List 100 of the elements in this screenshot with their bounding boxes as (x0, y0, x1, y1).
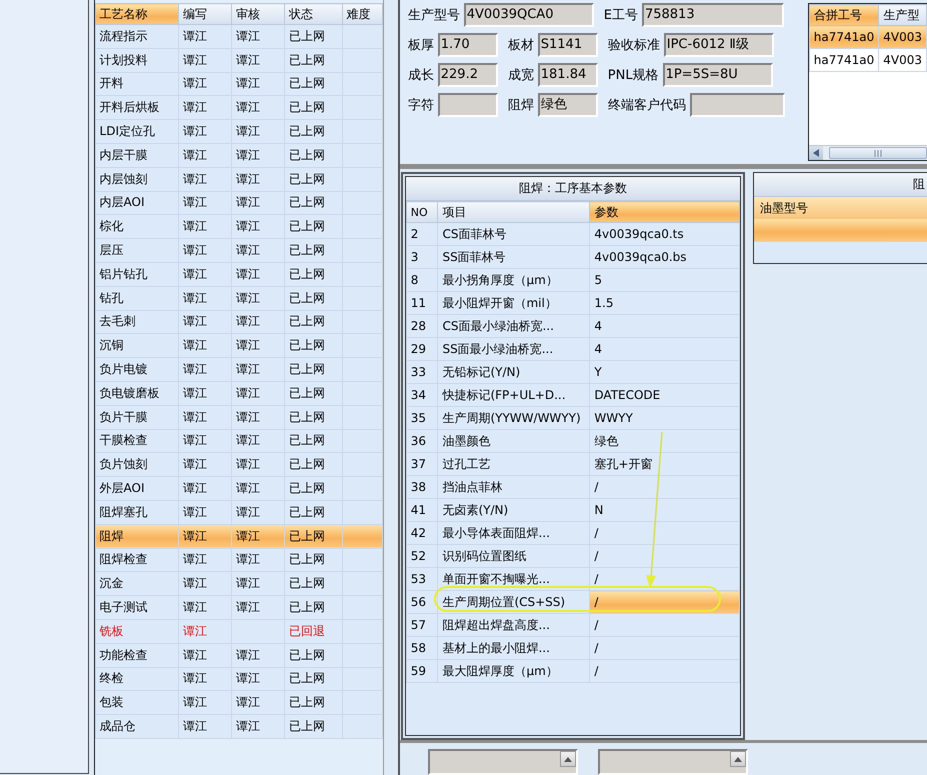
input-field[interactable]: IPC-6012 Ⅱ级 (664, 33, 774, 57)
process-name-cell[interactable]: 流程指示 (95, 24, 178, 48)
param-value-cell[interactable]: / (590, 636, 740, 660)
param-name-cell: CS面最小绿油桥宽... (438, 314, 590, 338)
horizontal-scrollbar[interactable] (808, 145, 927, 160)
process-name-cell[interactable]: 开料后烘板 (95, 96, 178, 120)
process-name-cell[interactable]: 沉铜 (95, 334, 178, 358)
param-value-cell[interactable]: 4v0039qca0.bs (590, 246, 740, 268)
table-cell[interactable]: ha7741a0 (809, 26, 879, 48)
process-name-cell[interactable]: 负片干膜 (95, 405, 178, 430)
process-name-cell[interactable]: LDI定位孔 (95, 120, 178, 144)
input-field[interactable]: 4V0039QCA0 (464, 3, 594, 27)
param-value-cell[interactable]: DATECODE (590, 384, 740, 406)
table-cell[interactable]: 4V003 (878, 48, 926, 72)
row-number: 3 (406, 246, 438, 268)
input-field[interactable]: 1P=5S=8U (662, 63, 773, 87)
param-value-cell[interactable]: WWYY (590, 406, 740, 430)
process-name-cell[interactable]: 终检 (95, 667, 178, 691)
input-field[interactable]: 1.70 (438, 33, 498, 57)
param-value-cell[interactable]: 4 (590, 338, 740, 360)
field-label: 验收标准 (608, 37, 660, 54)
process-name-cell[interactable]: 去毛刺 (95, 310, 178, 334)
table-cell: 谭江 (232, 262, 285, 286)
column-header[interactable]: 编写 (178, 4, 232, 24)
input-field[interactable]: 绿色 (538, 93, 598, 117)
scroll-left-icon[interactable] (808, 146, 823, 160)
param-value-cell[interactable]: N (590, 498, 740, 522)
process-name-cell[interactable]: 铝片钻孔 (95, 262, 178, 286)
process-name-cell[interactable]: 电子测试 (95, 596, 178, 620)
row-number: 59 (406, 660, 438, 682)
table-cell[interactable]: ha7741a0 (809, 48, 879, 72)
column-header[interactable]: 合拼工号 (809, 4, 879, 26)
param-value-cell[interactable]: 塞孔+开窗 (590, 452, 740, 476)
process-name-cell[interactable]: 沉金 (95, 572, 178, 596)
param-value-cell[interactable]: / (590, 476, 740, 498)
input-field[interactable]: S1141 (538, 33, 598, 57)
process-name-cell[interactable]: 层压 (95, 238, 178, 262)
table-cell[interactable]: 4V003 (878, 26, 926, 48)
process-name-cell[interactable]: 外层AOI (95, 476, 178, 500)
process-name-cell[interactable]: 阻焊 (95, 524, 178, 548)
process-name-cell[interactable]: 阻焊塞孔 (95, 500, 178, 524)
memo-field[interactable] (598, 749, 748, 775)
column-header[interactable]: NO (406, 202, 438, 222)
column-header[interactable]: 项目 (438, 202, 590, 222)
process-name-cell[interactable]: 内层干膜 (95, 143, 178, 168)
process-name-cell[interactable]: 阻焊检查 (95, 548, 178, 572)
memo-field[interactable] (428, 749, 578, 775)
param-value-cell[interactable]: 1.5 (590, 292, 740, 314)
param-value-cell[interactable]: / (590, 544, 740, 568)
param-value-cell[interactable]: 绿色 (590, 430, 740, 452)
table-cell: 谭江 (232, 96, 285, 120)
param-value-cell[interactable]: 5 (590, 268, 740, 292)
field-label: PNL规格 (608, 67, 659, 84)
scroll-up-icon[interactable] (730, 751, 746, 767)
input-field[interactable]: 229.2 (438, 63, 498, 87)
process-name-cell[interactable]: 内层AOI (95, 191, 178, 215)
status-cell: 已上网 (284, 667, 342, 691)
input-field[interactable] (438, 93, 498, 117)
column-header[interactable]: 状态 (284, 4, 342, 24)
param-value-cell[interactable]: 4 (590, 314, 740, 338)
status-cell: 已上网 (284, 238, 342, 262)
input-field[interactable] (690, 93, 785, 117)
process-name-cell[interactable]: 棕化 (95, 214, 178, 239)
status-cell: 已上网 (284, 500, 342, 524)
param-value-cell[interactable]: / (590, 660, 740, 682)
param-value-cell[interactable]: / (590, 522, 740, 544)
param-name-cell: 挡油点菲林 (438, 476, 590, 498)
input-field[interactable]: 181.84 (538, 63, 598, 87)
scroll-thumb[interactable] (828, 147, 927, 159)
column-header[interactable]: 审核 (232, 4, 285, 24)
scroll-up-icon[interactable] (560, 751, 576, 767)
table-cell: 谭江 (232, 214, 285, 239)
column-header[interactable]: 工艺名称 (95, 4, 178, 24)
param-value-cell[interactable]: / (590, 614, 740, 636)
process-name-cell[interactable]: 内层蚀刻 (95, 167, 178, 192)
param-value-cell[interactable]: 4v0039qca0.ts (590, 222, 740, 246)
process-name-cell[interactable]: 铣板 (95, 619, 178, 644)
process-name-cell[interactable]: 成品仓 (95, 714, 178, 738)
process-name-cell[interactable]: 包装 (95, 690, 178, 715)
status-cell: 已上网 (284, 214, 342, 239)
table-cell: 谭江 (232, 381, 285, 406)
column-header[interactable]: 油墨型号 (754, 197, 927, 219)
input-field[interactable]: 758813 (642, 3, 784, 27)
status-cell: 已上网 (284, 310, 342, 334)
process-name-cell[interactable]: 干膜检查 (95, 429, 178, 453)
process-name-cell[interactable]: 负电镀磨板 (95, 381, 178, 406)
process-name-cell[interactable]: 开料 (95, 72, 178, 96)
process-name-cell[interactable]: 钻孔 (95, 286, 178, 310)
process-name-cell[interactable]: 计划投料 (95, 48, 178, 72)
column-header[interactable]: 生产型 (878, 4, 926, 26)
row-number: 42 (406, 522, 438, 544)
table-cell: 谭江 (178, 191, 232, 215)
column-header[interactable]: 难度 (342, 4, 382, 24)
column-header[interactable]: 参数 (590, 202, 740, 222)
process-name-cell[interactable]: 负片电镀 (95, 358, 178, 382)
param-value-cell[interactable]: Y (590, 360, 740, 384)
process-name-cell[interactable]: 功能检查 (95, 643, 178, 668)
param-name-cell: 基材上的最小阻焊... (438, 636, 590, 660)
process-name-cell[interactable]: 负片蚀刻 (95, 452, 178, 477)
table-cell: 谭江 (178, 452, 232, 477)
